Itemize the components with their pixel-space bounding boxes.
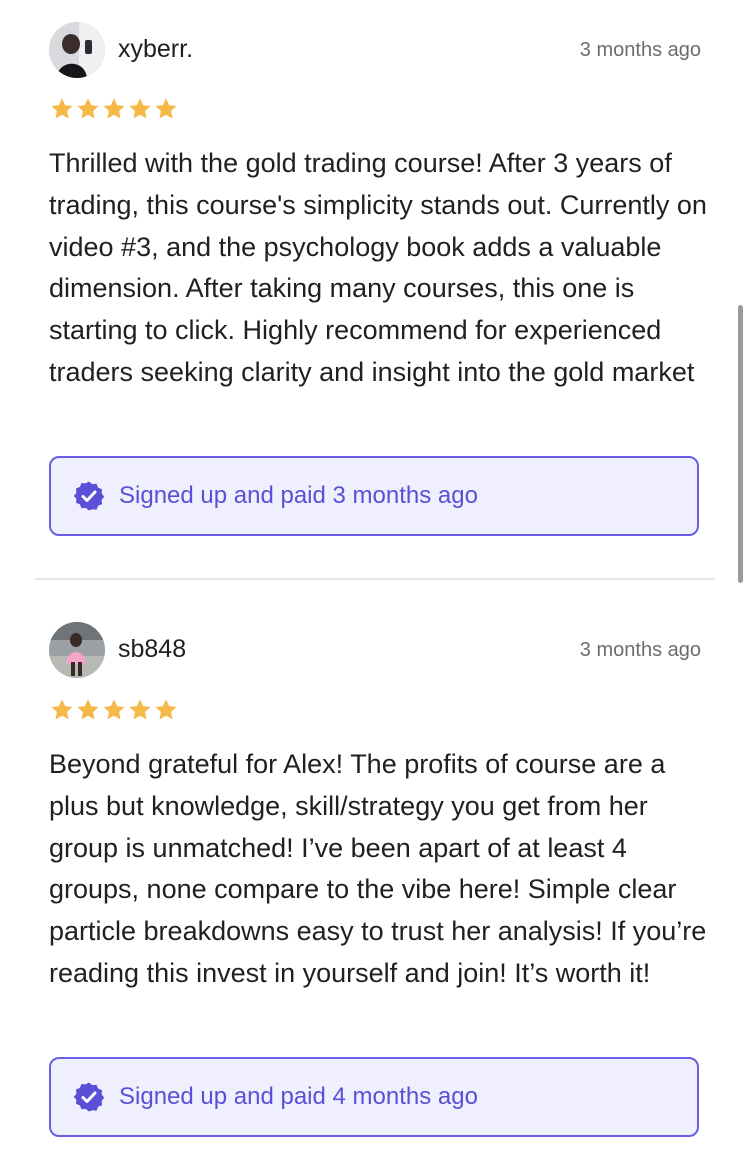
star-rating [49,96,179,122]
star-rating [49,697,179,723]
star-icon [103,699,125,720]
star-icon [129,699,151,720]
verified-purchase-badge: Signed up and paid 4 months ago [49,1057,699,1137]
star-icon [129,98,151,119]
review-text: Beyond grateful for Alex! The profits of… [49,749,707,988]
divider [35,578,715,580]
avatar[interactable] [49,22,105,78]
avatar[interactable] [49,622,105,678]
verified-badge-icon [73,1082,105,1112]
timestamp: 3 months ago [579,39,701,61]
verified-text: Signed up and paid 3 months ago [119,482,478,509]
username[interactable]: xyberr. [118,33,193,65]
verified-badge-icon [73,481,105,511]
verified-text: Signed up and paid 4 months ago [119,1083,478,1110]
star-icon [77,98,99,119]
star-icon [51,699,73,720]
timestamp: 3 months ago [579,639,701,661]
reviews-page: xyberr. 3 months ago Thrilled with the g… [0,0,750,1166]
star-icon [155,699,177,720]
star-icon [77,699,99,720]
star-icon [51,98,73,119]
star-icon [103,98,125,119]
review-text: Thrilled with the gold trading course! A… [49,148,707,387]
star-icon [155,98,177,119]
scrollbar[interactable] [738,305,743,583]
username[interactable]: sb848 [118,633,186,665]
verified-purchase-badge: Signed up and paid 3 months ago [49,456,699,536]
